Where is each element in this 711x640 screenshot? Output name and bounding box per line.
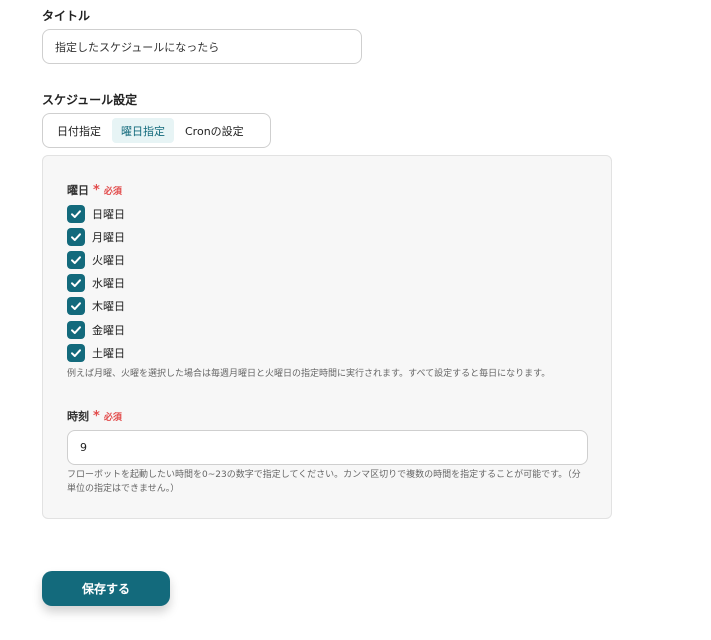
required-star: * — [93, 182, 100, 198]
schedule-type-tabs: 日付指定 曜日指定 Cronの設定 — [42, 113, 271, 148]
weekday-option-wednesday[interactable]: 水曜日 — [67, 272, 125, 295]
weekday-field-label: 曜日 * 必須 — [67, 182, 122, 198]
weekday-option-thursday[interactable]: 木曜日 — [67, 295, 125, 318]
save-button[interactable]: 保存する — [42, 571, 170, 606]
required-badge: 必須 — [103, 186, 122, 197]
weekday-option-label: 火曜日 — [92, 253, 125, 267]
weekday-hint: 例えば月曜、火曜を選択した場合は毎週月曜日と火曜日の指定時間に実行されます。すべ… — [67, 369, 551, 379]
weekday-option-label: 月曜日 — [92, 230, 125, 244]
checkbox-checked-icon[interactable] — [67, 274, 85, 293]
checkbox-checked-icon[interactable] — [67, 250, 85, 269]
tab-weekday[interactable]: 曜日指定 — [112, 118, 174, 143]
weekday-settings-panel: 曜日 * 必須 日曜日 月曜日 火曜日 水曜日 木曜日 金曜日 土曜日 例えば月… — [42, 155, 612, 519]
title-input[interactable] — [42, 29, 362, 64]
weekday-option-saturday[interactable]: 土曜日 — [67, 341, 125, 364]
required-star: * — [93, 408, 100, 424]
hour-hint: フローボットを起動したい時間を0~23の数字で指定してください。カンマ区切りで複… — [67, 468, 581, 496]
weekday-option-label: 金曜日 — [92, 323, 125, 337]
hour-field-label: 時刻 * 必須 — [67, 408, 122, 424]
tab-cron[interactable]: Cronの設定 — [176, 118, 253, 143]
tab-date[interactable]: 日付指定 — [48, 118, 110, 143]
title-label: タイトル — [42, 9, 91, 23]
weekday-option-friday[interactable]: 金曜日 — [67, 318, 125, 341]
checkbox-checked-icon[interactable] — [67, 320, 85, 339]
checkbox-checked-icon[interactable] — [67, 297, 85, 316]
checkbox-checked-icon[interactable] — [67, 343, 85, 362]
schedule-settings-label: スケジュール設定 — [42, 93, 138, 107]
weekday-option-monday[interactable]: 月曜日 — [67, 225, 125, 248]
weekday-option-label: 木曜日 — [92, 300, 125, 314]
hour-label-text: 時刻 — [67, 410, 89, 423]
weekday-option-label: 土曜日 — [92, 346, 125, 360]
weekday-label-text: 曜日 — [67, 184, 89, 197]
required-badge: 必須 — [103, 412, 122, 423]
schedule-trigger-form: タイトル スケジュール設定 日付指定 曜日指定 Cronの設定 曜日 * 必須 … — [0, 0, 711, 640]
hour-input[interactable] — [67, 430, 588, 465]
hour-hint-line-1: フローボットを起動したい時間を0~23の数字で指定してください。カンマ区切りで複… — [67, 470, 581, 480]
weekday-option-label: 日曜日 — [92, 207, 125, 221]
weekday-checklist: 日曜日 月曜日 火曜日 水曜日 木曜日 金曜日 土曜日 — [67, 202, 125, 364]
hour-hint-line-2: 単位の指定はできません。） — [67, 484, 180, 494]
weekday-option-tuesday[interactable]: 火曜日 — [67, 248, 125, 271]
checkbox-checked-icon[interactable] — [67, 227, 85, 246]
weekday-option-sunday[interactable]: 日曜日 — [67, 202, 125, 225]
checkbox-checked-icon[interactable] — [67, 204, 85, 223]
weekday-option-label: 水曜日 — [92, 277, 125, 291]
